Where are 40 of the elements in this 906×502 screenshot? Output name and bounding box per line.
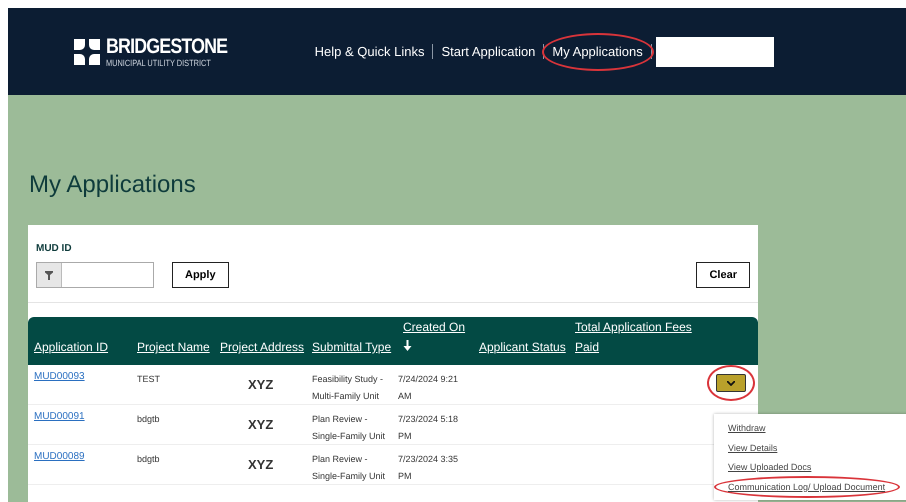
column-header[interactable]: Total Application Fees Paid: [575, 317, 705, 357]
application-id-link[interactable]: MUD00091: [34, 411, 137, 422]
nav-link[interactable]: My Applications: [544, 44, 651, 58]
menu-item[interactable]: View Uploaded Docs: [728, 458, 812, 478]
column-header[interactable]: Submittal Type: [312, 337, 403, 357]
created-on-cell-text: 7/23/2024 3:35 PM: [398, 453, 460, 483]
submittal-type-cell-text: Feasibility Study - Multi-Family Unit: [312, 373, 384, 403]
column-header[interactable]: Created On: [403, 317, 479, 357]
page-title: My Applications: [29, 171, 197, 199]
project-address-cell-text: XYZ: [248, 457, 274, 474]
project-address-cell-text: XYZ: [248, 417, 274, 434]
mud-id-field[interactable]: [36, 262, 154, 288]
project-address-cell-text: XYZ: [248, 377, 274, 394]
nav-link[interactable]: Help & Quick Links: [306, 44, 432, 58]
logo-icon: [72, 36, 102, 66]
clear-button[interactable]: Clear: [696, 262, 750, 288]
menu-item[interactable]: View Details: [728, 438, 778, 458]
submittal-type-cell-text: Plan Review - Single-Family Unit: [312, 453, 386, 483]
project-name-cell-text: bdgtb: [137, 413, 161, 426]
logo-subtitle: MUNICIPAL UTILITY DISTRICT: [106, 58, 212, 68]
application-id-link[interactable]: MUD00093: [34, 371, 137, 382]
project-name-cell-text: bdgtb: [137, 453, 161, 466]
nav-link[interactable]: Start Application: [433, 44, 544, 58]
project-name-cell-text: TEST: [137, 373, 162, 386]
chevron-down-icon: [727, 380, 735, 386]
column-header[interactable]: Applicant Status: [479, 337, 575, 357]
menu-item[interactable]: Withdraw: [728, 419, 766, 438]
actions-dropdown-button[interactable]: [716, 374, 746, 392]
menu-item[interactable]: Communication Log/ Upload Document: [728, 478, 886, 497]
column-header[interactable]: Project Address: [220, 337, 312, 357]
filter-label: MUD ID: [36, 243, 73, 254]
filter-icon: [45, 270, 53, 280]
created-on-cell-text: 7/23/2024 5:18 PM: [398, 413, 460, 443]
column-header[interactable]: Project Name: [137, 337, 220, 357]
apply-button[interactable]: Apply: [172, 262, 229, 288]
created-on-cell-text: 7/24/2024 9:21 AM: [398, 373, 460, 403]
column-header[interactable]: Application ID: [34, 337, 137, 357]
logo-name: BRIDGESTONE: [106, 36, 228, 58]
submittal-type-cell-text: Plan Review - Single-Family Unit: [312, 413, 386, 443]
application-id-link[interactable]: MUD00089: [34, 451, 137, 462]
